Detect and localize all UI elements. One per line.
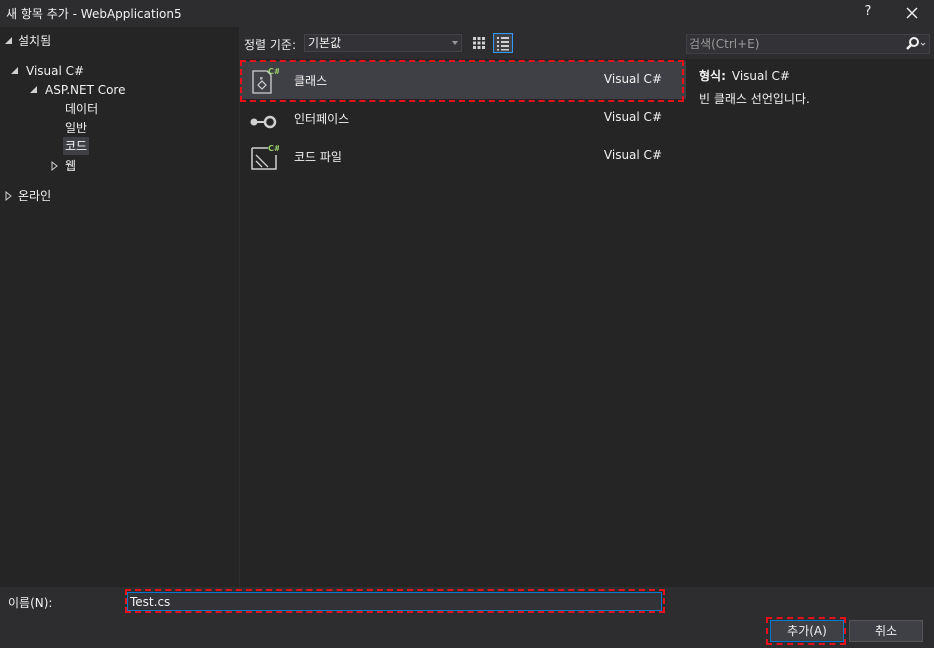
add-button[interactable]: 추가(A) [770,620,844,642]
search-input[interactable] [689,36,899,52]
interface-icon [249,103,279,133]
expanded-arrow-icon[interactable] [10,62,20,80]
class-icon: C# [249,65,281,95]
details-description: 빈 클래스 선언입니다. [699,92,810,106]
tree-item-installed[interactable]: 설치됨 [18,32,51,50]
tree-item-general[interactable]: 일반 [65,119,87,137]
sort-label: 정렬 기준: [244,38,297,52]
template-type: Visual C# [603,110,662,124]
template-type: Visual C# [603,72,662,86]
details-type: 형식: Visual C# [699,67,790,84]
grid-view-button[interactable] [469,33,489,53]
name-input[interactable] [127,592,662,611]
details-pane: 형식: Visual C# 빈 클래스 선언입니다. [686,59,934,587]
sort-dropdown[interactable]: 기본값 [304,34,462,52]
tree-item-aspnet-core[interactable]: ASP.NET Core [45,81,125,99]
tree-item-web[interactable]: 웹 [65,157,76,175]
tree-item-online[interactable]: 온라인 [18,187,51,205]
cancel-button[interactable]: 취소 [849,620,923,642]
sort-value: 기본값 [308,36,342,50]
template-name: 클래스 [294,74,328,88]
category-tree[interactable]: 설치됨 Visual C# ASP.NET Core 데이터 일반 코드 웹 온… [0,27,239,587]
window-title: 새 항목 추가 - WebApplication5 [6,7,182,21]
template-name: 인터페이스 [294,112,350,126]
svg-text:C#: C# [268,67,279,76]
tree-item-data[interactable]: 데이터 [65,100,98,118]
tree-item-code[interactable]: 코드 [63,137,90,155]
list-view-button[interactable] [493,33,513,53]
close-icon [906,7,918,19]
template-name: 코드 파일 [294,150,342,164]
sort-toolbar: 정렬 기준: 기본값 [239,27,685,59]
code-file-icon: C# [249,141,281,171]
help-button[interactable]: ? [858,2,878,22]
search-icon[interactable] [903,36,927,52]
title-bar: 새 항목 추가 - WebApplication5 ? [0,0,934,26]
tree-item-visual-csharp[interactable]: Visual C# [26,62,84,80]
grid-view-icon [473,37,485,49]
collapsed-arrow-icon[interactable] [4,187,14,205]
expanded-arrow-icon[interactable] [4,32,14,50]
details-type-key: 형식: [699,69,726,83]
template-item-code-file[interactable]: C# 코드 파일 Visual C# [240,137,686,175]
details-type-value: Visual C# [731,69,790,83]
name-label: 이름(N): [8,596,53,610]
list-view-icon [497,37,509,51]
close-button[interactable] [900,2,924,24]
template-item-interface[interactable]: 인터페이스 Visual C# [240,99,686,137]
template-item-class[interactable]: C# 클래스 Visual C# [240,61,686,99]
search-box[interactable] [686,34,930,54]
template-type: Visual C# [603,148,662,162]
template-list[interactable]: C# 클래스 Visual C# 인터페이스 Visual C# C# 코드 파… [240,59,686,587]
expanded-arrow-icon[interactable] [29,81,39,99]
svg-text:C#: C# [268,144,279,153]
chevron-down-icon [452,41,458,45]
collapsed-arrow-icon[interactable] [50,157,60,175]
